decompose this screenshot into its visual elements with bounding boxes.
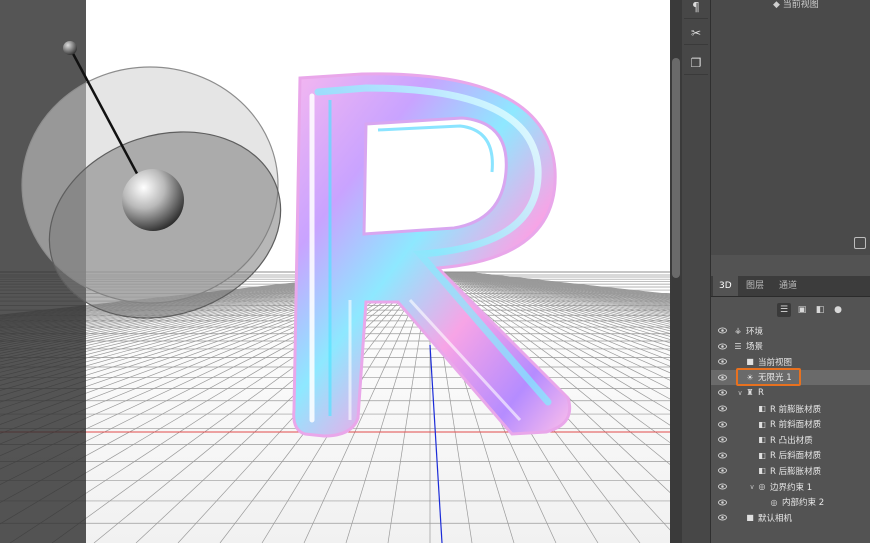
scene-tree-row[interactable]: ■ 当前视图 bbox=[711, 354, 870, 369]
visibility-eye-icon[interactable] bbox=[718, 373, 727, 382]
panel-tabs: 3D 图层 通道 bbox=[711, 276, 870, 297]
camera-icon: ■ bbox=[746, 357, 754, 367]
visibility-eye-icon[interactable] bbox=[718, 342, 727, 351]
tools-icon[interactable]: ✂ bbox=[684, 22, 708, 45]
scene-tree-row[interactable]: ∨ ◎ 边界约束 1 bbox=[711, 479, 870, 494]
scene-tree-row[interactable]: ◧ R 前膨胀材质 bbox=[711, 401, 870, 416]
scene-tree-row[interactable]: ☰ 场景 bbox=[711, 339, 870, 354]
material-icon: ◧ bbox=[758, 404, 766, 413]
visibility-eye-icon[interactable] bbox=[718, 466, 727, 475]
filter-scene-icon[interactable]: ☰ bbox=[777, 303, 791, 317]
scene-tree-label: R 后斜面材质 bbox=[770, 451, 822, 462]
properties-panel: ◆ 当前视图 bbox=[711, 0, 870, 255]
scene-tree-row[interactable]: ⚶ 环境 bbox=[711, 323, 870, 338]
3d-viewport[interactable] bbox=[0, 0, 670, 543]
scene-tree-label: 内部约束 2 bbox=[782, 498, 825, 509]
material-icon: ◧ bbox=[758, 419, 766, 429]
visibility-eye-icon[interactable] bbox=[718, 482, 727, 491]
mesh-icon: ♜ bbox=[746, 388, 754, 398]
filter-light-icon[interactable]: ● bbox=[831, 303, 845, 317]
scene-tree-label: R 前斜面材质 bbox=[770, 420, 822, 431]
scene-tree-label: 当前视图 bbox=[758, 357, 793, 368]
visibility-eye-icon[interactable] bbox=[718, 388, 727, 397]
scene-tree-row[interactable]: ■ 默认相机 bbox=[711, 510, 870, 525]
scene-tree-row[interactable]: ◧ R 后斜面材质 bbox=[711, 448, 870, 463]
scene-tree-label: R 前膨胀材质 bbox=[770, 404, 822, 415]
panel-options-icon[interactable] bbox=[854, 237, 866, 249]
viewport-scene[interactable] bbox=[0, 0, 670, 543]
scene-tree-label: R 凸出材质 bbox=[770, 435, 813, 446]
scene-tree-label: 环境 bbox=[746, 326, 764, 337]
environment-icon: ⚶ bbox=[734, 326, 742, 335]
expand-chevron-icon[interactable]: ∨ bbox=[736, 389, 744, 397]
scene-tree-row[interactable]: ◧ R 后膨胀材质 bbox=[711, 463, 870, 478]
visibility-eye-icon[interactable] bbox=[718, 326, 727, 335]
constraint-icon: ◎ bbox=[758, 482, 766, 491]
camera-icon: ■ bbox=[746, 513, 754, 523]
scene-tree-label: 默认相机 bbox=[758, 513, 793, 524]
scene-tree-label: R bbox=[758, 387, 764, 398]
scene-tree-label: 场景 bbox=[746, 342, 764, 353]
visibility-eye-icon[interactable] bbox=[718, 498, 727, 507]
expand-chevron-icon[interactable]: ∨ bbox=[748, 483, 756, 491]
panel-tool-strip: ¶ ✂ ❐ bbox=[682, 0, 711, 543]
right-panel: ◆ 当前视图 3D 图层 通道 ☰ ▣ ◧ ● ⚶ 环境 ☰ 场景 ■ 当前视图 ☀ 无限光 … bbox=[711, 0, 870, 543]
tab-3d[interactable]: 3D bbox=[713, 276, 738, 296]
scene-icon: ☰ bbox=[734, 341, 742, 351]
filter-mesh-icon[interactable]: ▣ bbox=[795, 303, 809, 317]
scene-tree-label: R 后膨胀材质 bbox=[770, 466, 822, 477]
tab-channels[interactable]: 通道 bbox=[773, 276, 803, 296]
filter-material-icon[interactable]: ◧ bbox=[813, 303, 827, 317]
constraint-icon: ◎ bbox=[770, 497, 778, 507]
material-icon: ◧ bbox=[758, 466, 766, 476]
scene-tree-row[interactable]: ◧ R 前斜面材质 bbox=[711, 417, 870, 432]
visibility-eye-icon[interactable] bbox=[718, 513, 727, 522]
tab-layers[interactable]: 图层 bbox=[740, 276, 770, 296]
material-icon: ◧ bbox=[758, 450, 766, 460]
3d-filter-bar: ☰ ▣ ◧ ● bbox=[711, 302, 870, 320]
visibility-eye-icon[interactable] bbox=[718, 420, 727, 429]
selected-item-highlight bbox=[736, 368, 801, 386]
viewport-vertical-scrollbar[interactable] bbox=[670, 0, 682, 543]
visibility-eye-icon[interactable] bbox=[718, 435, 727, 444]
scene-tree-row[interactable]: ◧ R 凸出材质 bbox=[711, 432, 870, 447]
visibility-eye-icon[interactable] bbox=[718, 451, 727, 460]
properties-current-view-label: ◆ 当前视图 bbox=[773, 0, 819, 10]
scene-tree-row[interactable]: ◎ 内部约束 2 bbox=[711, 495, 870, 510]
scrollbar-thumb[interactable] bbox=[672, 58, 680, 278]
visibility-eye-icon[interactable] bbox=[718, 404, 727, 413]
scene-tree-row[interactable]: ∨ ♜ R bbox=[711, 385, 870, 400]
paragraph-icon[interactable]: ¶ bbox=[684, 0, 708, 19]
visibility-eye-icon[interactable] bbox=[718, 357, 727, 366]
material-icon: ◧ bbox=[758, 435, 766, 445]
copy-icon[interactable]: ❐ bbox=[684, 52, 708, 75]
scene-tree-label: 边界约束 1 bbox=[770, 482, 813, 493]
